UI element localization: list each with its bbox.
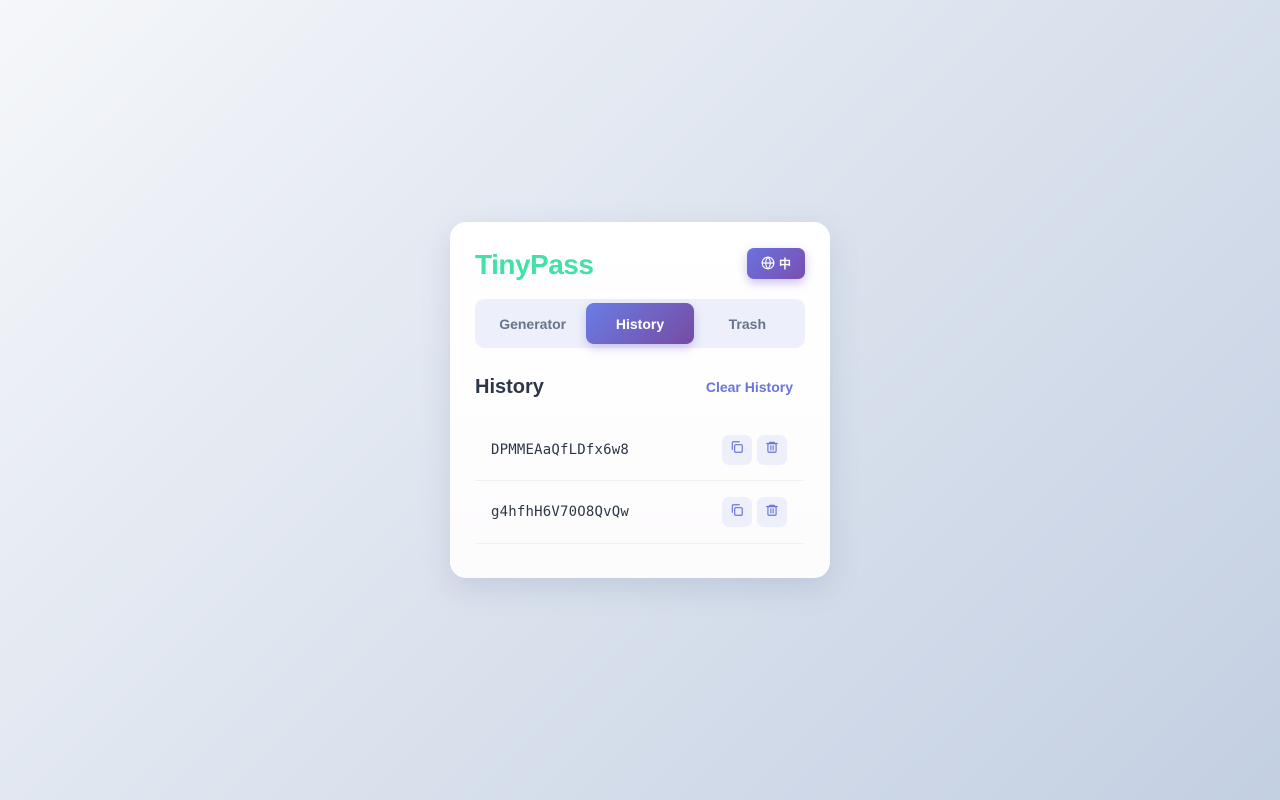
trash-icon (765, 440, 779, 459)
copy-button[interactable] (722, 497, 752, 527)
section-title: History (475, 375, 544, 398)
trash-icon (765, 503, 779, 522)
history-list: DPMMEAaQfLDfx6w8 g4hfhH6V70O8QvQw (475, 419, 805, 544)
history-header: History Clear History (475, 375, 805, 399)
history-item: g4hfhH6V70O8QvQw (475, 481, 803, 544)
app-card: TinyPass 中 Generator History Trash Histo… (450, 222, 830, 578)
delete-button[interactable] (757, 497, 787, 527)
clear-history-button[interactable]: Clear History (706, 379, 793, 395)
password-text: DPMMEAaQfLDfx6w8 (491, 441, 630, 458)
header: TinyPass 中 (475, 247, 805, 281)
item-actions (722, 434, 787, 465)
history-item: DPMMEAaQfLDfx6w8 (475, 419, 803, 481)
delete-button[interactable] (757, 434, 787, 465)
password-text: g4hfhH6V70O8QvQw (491, 504, 630, 520)
app-logo: TinyPass (475, 248, 594, 280)
copy-button[interactable] (722, 434, 752, 465)
copy-icon (730, 503, 744, 522)
language-toggle-button[interactable]: 中 (747, 247, 805, 279)
tab-trash[interactable]: Trash (694, 303, 801, 344)
language-label: 中 (778, 256, 791, 271)
tab-bar: Generator History Trash (475, 299, 805, 348)
item-actions (722, 497, 787, 527)
copy-icon (730, 440, 744, 459)
globe-icon (761, 256, 775, 270)
tab-history[interactable]: History (586, 303, 694, 344)
tab-generator[interactable]: Generator (479, 303, 586, 344)
